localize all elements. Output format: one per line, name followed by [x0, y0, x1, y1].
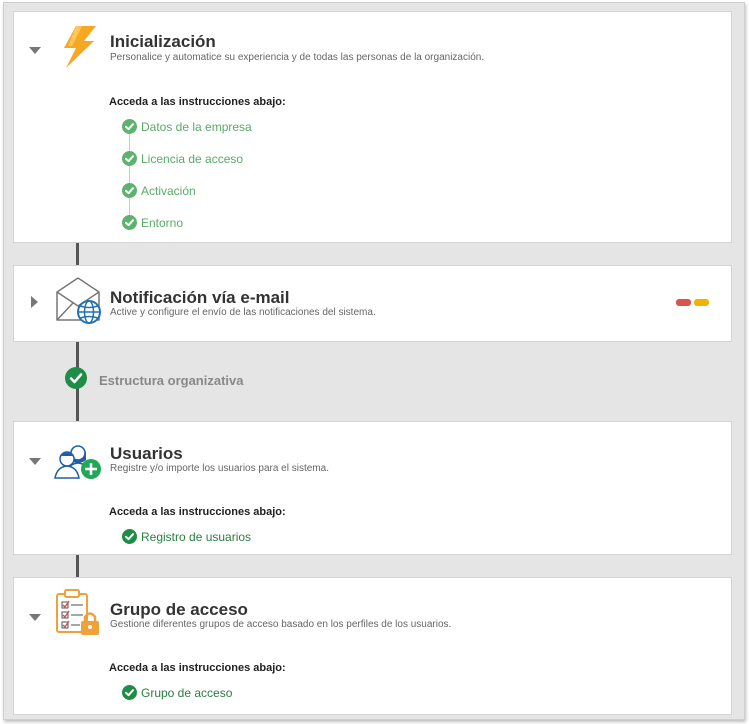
card-notificacion-email: Notificación vía e-mail Active y configu…: [13, 265, 732, 342]
timeline-connector: [76, 241, 79, 265]
check-icon: [122, 151, 137, 166]
clipboard-lock-icon: [54, 588, 104, 643]
expand-toggle[interactable]: [31, 296, 38, 308]
step-label: Entorno: [141, 216, 184, 230]
card-subtitle: Personalice y automatice su experiencia …: [110, 52, 485, 63]
card-title[interactable]: Usuarios: [110, 444, 183, 464]
check-icon: [122, 529, 137, 544]
wizard-panel: Inicialización Personalice y automatice …: [3, 2, 745, 720]
card-subtitle: Gestione diferentes grupos de acceso bas…: [110, 619, 452, 630]
card-title[interactable]: Inicialización: [110, 32, 216, 52]
card-inicializacion: Inicialización Personalice y automatice …: [13, 11, 732, 243]
add-users-icon: [54, 434, 104, 487]
step-label: Datos de la empresa: [141, 120, 252, 134]
collapse-toggle[interactable]: [29, 458, 41, 465]
instructions-label: Acceda a las instrucciones abajo:: [109, 662, 286, 674]
timeline-connector: [76, 553, 79, 577]
instructions-label: Acceda a las instrucciones abajo:: [109, 506, 286, 518]
card-subtitle: Registre y/o importe los usuarios para e…: [110, 463, 329, 474]
card-title[interactable]: Notificación vía e-mail: [110, 288, 290, 308]
card-usuarios: Usuarios Registre y/o importe los usuari…: [13, 421, 732, 555]
lightning-icon: [54, 24, 102, 75]
card-title[interactable]: Grupo de acceso: [110, 600, 248, 620]
status-badge-red: [676, 299, 691, 306]
step-label: Registro de usuarios: [141, 530, 252, 544]
card-subtitle: Active y configure el envío de las notif…: [110, 307, 376, 318]
instructions-label: Acceda a las instrucciones abajo:: [109, 96, 286, 108]
step-label: Activación: [141, 184, 196, 198]
check-icon: [122, 119, 137, 134]
card-grupo-acceso: Grupo de acceso Gestione diferentes grup…: [13, 577, 732, 715]
check-icon: [122, 685, 137, 700]
step-label: Licencia de acceso: [141, 152, 244, 166]
collapse-toggle[interactable]: [29, 614, 41, 621]
steps-connector: [129, 132, 130, 222]
check-icon: [122, 215, 137, 230]
collapse-toggle[interactable]: [29, 47, 41, 54]
step-label: Grupo de acceso: [141, 686, 233, 700]
check-icon: [122, 183, 137, 198]
email-globe-icon: [54, 276, 104, 331]
section-label-estructura[interactable]: Estructura organizativa: [99, 373, 244, 388]
status-badge-yellow: [694, 299, 709, 306]
section-check-icon: [65, 367, 87, 389]
